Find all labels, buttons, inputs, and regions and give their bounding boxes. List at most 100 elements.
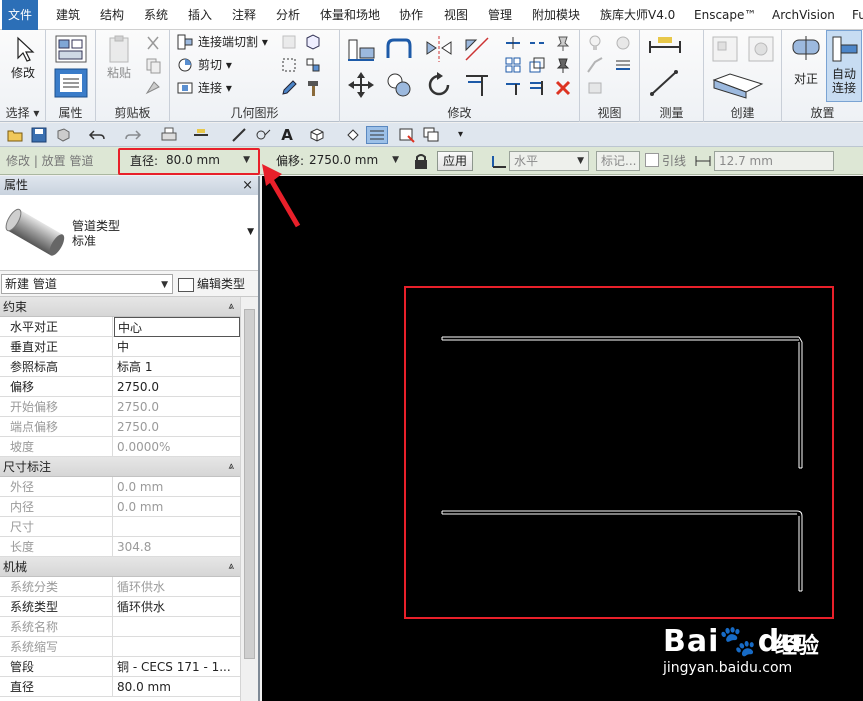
hide-element-icon[interactable]: [586, 79, 604, 97]
menu-annotate[interactable]: 注释: [226, 0, 262, 30]
move-icon[interactable]: [346, 70, 376, 100]
modify-button[interactable]: 修改: [6, 34, 40, 80]
leader-length-field[interactable]: 12.7 mm: [714, 151, 834, 171]
menu-enscape[interactable]: Enscape™: [688, 0, 762, 30]
menu-structure[interactable]: 结构: [94, 0, 130, 30]
properties-scrollbar[interactable]: [240, 297, 258, 701]
aligned-dim-qat-icon[interactable]: [230, 126, 248, 144]
customize-qat-icon[interactable]: ▾: [458, 126, 476, 144]
instance-selector[interactable]: 新建 管道 ▼: [1, 274, 173, 294]
property-value[interactable]: 中: [114, 337, 240, 357]
create-assembly-icon[interactable]: [746, 34, 776, 64]
panel-select-label[interactable]: 选择 ▾: [0, 105, 45, 121]
delete-icon[interactable]: [554, 79, 572, 97]
align-icon[interactable]: [346, 34, 376, 64]
lock-icon[interactable]: [412, 152, 430, 170]
pin-icon[interactable]: [554, 56, 572, 74]
measure-qat-icon[interactable]: [192, 126, 210, 144]
property-value[interactable]: 中心: [114, 317, 240, 337]
rotate-icon[interactable]: [424, 70, 454, 100]
property-value[interactable]: 标高 1: [114, 357, 240, 377]
copy-icon[interactable]: [144, 56, 162, 74]
menu-manage[interactable]: 管理: [482, 0, 518, 30]
linework-icon[interactable]: [586, 56, 604, 74]
menu-view[interactable]: 视图: [438, 0, 474, 30]
property-value[interactable]: 80.0 mm: [114, 677, 240, 697]
mirror-axis-icon[interactable]: [424, 34, 454, 64]
edit-pen-icon[interactable]: [280, 79, 298, 97]
menu-architecture[interactable]: 建筑: [50, 0, 86, 30]
edit-type-button[interactable]: 编辑类型: [178, 274, 245, 294]
undo-icon[interactable]: [88, 126, 106, 144]
menu-insert[interactable]: 插入: [182, 0, 218, 30]
chevron-down-icon[interactable]: ▼: [247, 227, 254, 237]
leader-checkbox[interactable]: [645, 153, 659, 167]
type-selector[interactable]: 管道类型 标准 ▼: [0, 195, 258, 271]
join-cut-button[interactable]: 连接端切割 ▾: [198, 32, 268, 52]
measure-distance-icon[interactable]: [648, 36, 682, 58]
scrollbar-thumb[interactable]: [244, 309, 255, 659]
offset-select[interactable]: 2750.0 mm ▼: [305, 151, 403, 171]
cut-button[interactable]: 剪切 ▾: [198, 55, 232, 75]
print-icon[interactable]: [160, 126, 178, 144]
property-section[interactable]: 机械 ⩓: [0, 557, 240, 577]
menu-analyze[interactable]: 分析: [270, 0, 306, 30]
split-element-icon[interactable]: [504, 34, 522, 52]
split-face-icon[interactable]: [304, 33, 322, 51]
collapse-icon[interactable]: ⩓: [228, 297, 234, 317]
connect-button[interactable]: 连接 ▾: [198, 78, 232, 98]
close-icon[interactable]: ×: [242, 176, 253, 195]
collapse-icon[interactable]: ⩓: [228, 557, 234, 577]
paint-icon[interactable]: [304, 56, 322, 74]
menu-file[interactable]: 文件: [2, 0, 39, 30]
trim-single-icon[interactable]: [504, 79, 522, 97]
apply-button[interactable]: 应用: [437, 151, 474, 171]
split-gap-icon[interactable]: [528, 34, 546, 52]
close-hidden-icon[interactable]: [398, 126, 416, 144]
sync-central-icon[interactable]: [54, 126, 72, 144]
property-value[interactable]: 循环供水: [114, 597, 240, 617]
tag-qat-icon[interactable]: [254, 126, 272, 144]
menu-massing-site[interactable]: 体量和场地: [314, 0, 386, 30]
auto-connect-button[interactable]: 自动 连接: [826, 30, 862, 102]
property-value[interactable]: 2750.0: [114, 377, 240, 397]
paste-button[interactable]: 粘贴: [102, 34, 136, 80]
create-group-icon[interactable]: [710, 34, 740, 64]
section-icon[interactable]: [344, 126, 362, 144]
text-icon[interactable]: A: [278, 126, 296, 144]
menu-systems[interactable]: 系统: [138, 0, 174, 30]
menu-addins[interactable]: 附加模块: [526, 0, 586, 30]
trim-extend-icon[interactable]: [462, 70, 492, 100]
open-icon[interactable]: [6, 126, 24, 144]
collapse-icon[interactable]: ⩓: [228, 457, 234, 477]
menu-family-library[interactable]: 族库大师V4.0: [594, 0, 681, 30]
thin-lines-icon[interactable]: [366, 126, 388, 144]
property-section[interactable]: 约束 ⩓: [0, 297, 240, 317]
aligned-dimension-icon[interactable]: [648, 68, 682, 98]
trim-multiple-icon[interactable]: [528, 79, 546, 97]
copy-elements-icon[interactable]: [384, 70, 414, 100]
horizontal-select[interactable]: 水平 ▼: [509, 151, 589, 171]
unpin-icon[interactable]: [554, 34, 572, 52]
property-value[interactable]: 铜 - CECS 171 - 1...: [114, 657, 240, 677]
switch-windows-icon[interactable]: [422, 126, 440, 144]
redo-icon[interactable]: [124, 126, 142, 144]
menu-fu[interactable]: Fu: [846, 0, 863, 30]
array-icon[interactable]: [504, 56, 522, 74]
demolish-icon[interactable]: [280, 56, 298, 74]
filter-icon[interactable]: [614, 56, 632, 74]
menu-collaborate[interactable]: 协作: [393, 0, 429, 30]
mirror-draw-icon[interactable]: [462, 34, 492, 64]
match-properties-icon[interactable]: [144, 78, 162, 96]
save-icon[interactable]: [30, 126, 48, 144]
property-section[interactable]: 尺寸标注 ⩓: [0, 457, 240, 477]
lightbulb-icon[interactable]: [586, 34, 604, 52]
cut-scissors-icon[interactable]: [144, 34, 162, 52]
menu-archvision[interactable]: ArchVision: [766, 0, 841, 30]
scale-icon[interactable]: [528, 56, 546, 74]
3d-view-icon[interactable]: [308, 126, 326, 144]
create-similar-icon[interactable]: [710, 70, 770, 100]
wall-join-icon[interactable]: [280, 33, 298, 51]
justification-button[interactable]: 对正: [786, 34, 826, 86]
offset-icon[interactable]: [384, 34, 414, 64]
